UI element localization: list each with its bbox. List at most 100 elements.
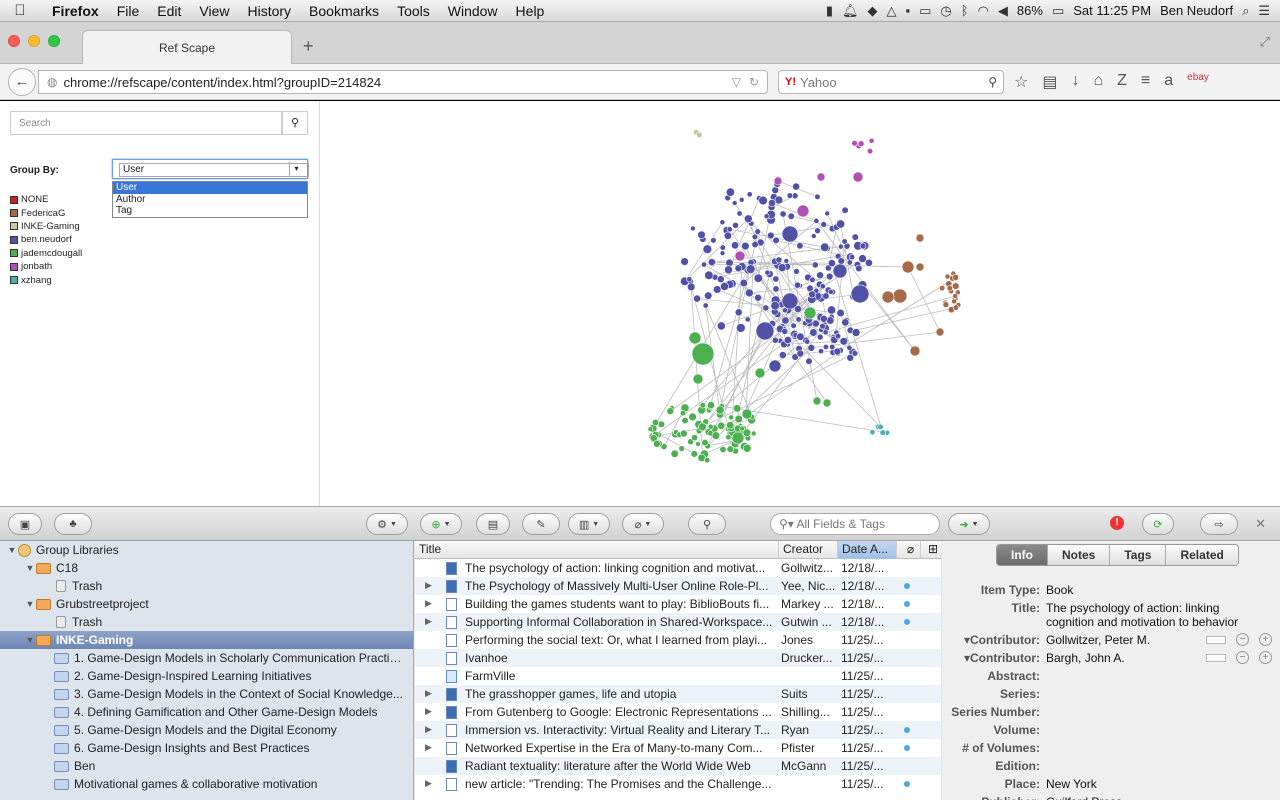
graph-node[interactable] xyxy=(770,301,780,311)
graph-node[interactable] xyxy=(725,434,732,441)
graph-node[interactable] xyxy=(838,243,844,250)
graph-node[interactable] xyxy=(819,323,826,330)
graph-node[interactable] xyxy=(716,321,726,331)
collection-item[interactable]: Ben xyxy=(0,757,413,775)
graph-node[interactable] xyxy=(793,268,800,275)
twisty-icon[interactable]: ▼ xyxy=(24,563,36,573)
collection-item[interactable]: 3. Game-Design Models in the Context of … xyxy=(0,685,413,703)
graph-node[interactable] xyxy=(711,431,721,440)
graph-node[interactable] xyxy=(772,275,780,283)
graph-node[interactable] xyxy=(719,244,726,251)
graph-node[interactable] xyxy=(768,359,782,373)
graph-node[interactable] xyxy=(746,191,753,198)
graph-node[interactable] xyxy=(952,273,960,281)
amazon-icon[interactable]: a xyxy=(1164,72,1173,92)
twisty-icon[interactable]: ▼ xyxy=(24,599,36,609)
url-text[interactable]: chrome://refscape/content/index.html?gro… xyxy=(63,75,731,90)
graph-node[interactable] xyxy=(744,316,751,323)
graph-node[interactable] xyxy=(744,288,754,298)
attachment-icon[interactable] xyxy=(904,727,910,733)
item-row[interactable]: ▶ Immersion vs. Interactivity: Virtual Re… xyxy=(415,721,941,739)
graph-node[interactable] xyxy=(726,421,735,430)
twisty-icon[interactable]: ▶ xyxy=(425,742,432,753)
graph-node[interactable] xyxy=(751,240,759,249)
graph-node[interactable] xyxy=(827,259,836,268)
graph-node[interactable] xyxy=(892,288,908,304)
graph-node[interactable] xyxy=(793,281,801,289)
drive-icon[interactable]: △ xyxy=(887,3,897,19)
graph-node[interactable] xyxy=(724,265,733,275)
graph-node[interactable] xyxy=(817,348,824,355)
graph-node[interactable] xyxy=(730,241,739,250)
graph-node[interactable] xyxy=(731,200,738,206)
new-item-button[interactable]: ⊕ ▼ xyxy=(420,513,462,535)
graph-node[interactable] xyxy=(726,226,733,233)
collection-item[interactable]: Motivational games & collaborative motiv… xyxy=(0,775,413,793)
item-row[interactable]: ▶ Supporting Informal Collaboration in Sh… xyxy=(415,613,941,631)
info-tab-related[interactable]: Related xyxy=(1166,545,1238,565)
zotero-icon[interactable]: Z xyxy=(1117,72,1127,92)
home-icon[interactable]: ⌂ xyxy=(1093,72,1103,92)
item-row[interactable]: ▶ Building the games students want to pla… xyxy=(415,595,941,613)
chevron-down-icon[interactable]: ▾ xyxy=(289,162,303,176)
graph-node[interactable] xyxy=(678,445,685,452)
graph-node[interactable] xyxy=(781,316,790,325)
name-mode-toggle[interactable] xyxy=(1206,635,1226,644)
zotero-search-input[interactable]: ⚲▾ All Fields & Tags xyxy=(770,513,940,535)
twisty-icon[interactable]: ▼ xyxy=(24,635,36,645)
twisty-icon[interactable]: ▶ xyxy=(425,598,432,609)
collection-item[interactable]: 2. Game-Design-Inspired Learning Initiat… xyxy=(0,667,413,685)
reading-list-icon[interactable]: ▤ xyxy=(1042,72,1057,92)
collections-tree[interactable]: ▼ Group Libraries ▼ C18 Trash ▼ Grubstreetproj… xyxy=(0,541,414,800)
graph-node[interactable] xyxy=(750,430,757,437)
graph-node[interactable] xyxy=(742,443,752,453)
hamburger-menu-icon[interactable]: ≡ xyxy=(1141,72,1150,92)
graph-node[interactable] xyxy=(734,414,743,424)
graph-node[interactable] xyxy=(868,137,875,144)
graph-node[interactable] xyxy=(783,336,792,345)
graph-node[interactable] xyxy=(741,408,753,420)
graph-node[interactable] xyxy=(826,305,836,315)
new-group-button[interactable]: ♣ xyxy=(54,513,92,535)
item-row[interactable]: ▶ The grasshopper games, life and utopia S… xyxy=(415,685,941,703)
graph-node[interactable] xyxy=(832,263,848,279)
graph-node[interactable] xyxy=(734,250,746,262)
graph-node[interactable] xyxy=(803,306,817,320)
notification-center-icon[interactable]: ☰ xyxy=(1258,3,1270,19)
keyboard-icon[interactable]: ▭ xyxy=(919,3,931,19)
graph-node[interactable] xyxy=(704,457,711,464)
graph-node[interactable] xyxy=(688,412,697,422)
search-icon[interactable]: ⚲ xyxy=(988,75,997,89)
graph-node[interactable] xyxy=(809,276,816,283)
graph-node[interactable] xyxy=(687,282,696,292)
graph-node[interactable] xyxy=(713,285,722,294)
volume-icon[interactable]: ◀ xyxy=(998,3,1008,19)
graph-node[interactable] xyxy=(743,214,753,224)
graph-node[interactable] xyxy=(851,233,859,241)
new-tab-icon[interactable]: + xyxy=(303,36,314,57)
graph-node[interactable] xyxy=(813,217,820,224)
graph-node[interactable] xyxy=(901,260,915,274)
graph-node[interactable] xyxy=(820,221,828,228)
item-row[interactable]: ▶ The Psychology of Massively Multi-User … xyxy=(415,577,941,595)
new-note-button[interactable]: ✎ xyxy=(522,513,560,535)
graph-node[interactable] xyxy=(864,258,873,267)
graph-node[interactable] xyxy=(755,321,775,341)
graph-node[interactable] xyxy=(764,269,771,276)
graph-node[interactable] xyxy=(741,241,750,251)
refscape-search-input[interactable]: Search xyxy=(10,111,282,135)
graph-node[interactable] xyxy=(822,344,829,351)
graph-node[interactable] xyxy=(707,423,714,430)
item-row[interactable]: Radiant textuality: literature after the… xyxy=(415,757,941,775)
graph-node[interactable] xyxy=(852,171,864,183)
legend-item[interactable]: INKE-Gaming xyxy=(10,220,82,233)
remove-contributor-icon[interactable]: − xyxy=(1236,633,1249,646)
graph-node[interactable] xyxy=(951,298,957,305)
graph-node[interactable] xyxy=(774,195,784,205)
graph-node[interactable] xyxy=(796,349,805,358)
graph-node[interactable] xyxy=(848,254,856,261)
info-tab-notes[interactable]: Notes xyxy=(1048,545,1111,565)
graph-node[interactable] xyxy=(771,336,779,344)
add-note-button[interactable]: ▥ ▼ xyxy=(568,513,610,535)
graph-node[interactable] xyxy=(731,431,745,445)
